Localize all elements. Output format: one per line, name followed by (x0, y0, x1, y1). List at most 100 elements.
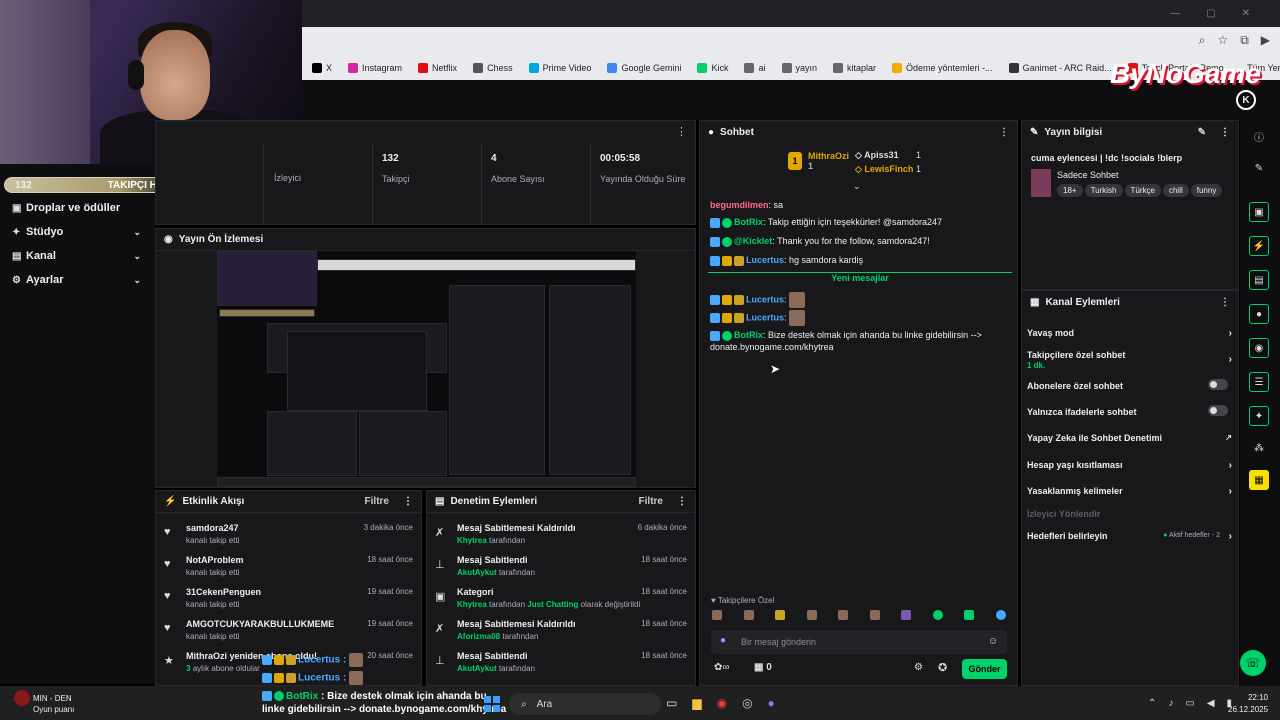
extension-icon[interactable]: ⧉ (1240, 33, 1249, 48)
bookmark-item[interactable]: Ödeme yöntemleri -... (892, 62, 993, 73)
category-thumbnail (1031, 169, 1051, 197)
category-name[interactable]: Sadece Sohbet (1057, 170, 1119, 180)
chevron-right-icon: › (1228, 460, 1232, 471)
filter-button[interactable]: Filtre (365, 496, 389, 507)
stat-followers: 132 Takipçi (382, 153, 410, 184)
more-icon[interactable]: ⋮ (676, 125, 687, 138)
banned-words-row[interactable]: Yasaklanmış kelimeler › (1027, 486, 1232, 497)
windows-start-icon[interactable] (484, 696, 500, 712)
file-explorer-icon[interactable]: ▆ (692, 696, 701, 710)
bookmark-item[interactable]: Chess (473, 62, 513, 73)
set-goals-row[interactable]: Hedefleri belirleyin ● Aktif hedefler - 2… (1027, 531, 1232, 542)
minimize-icon[interactable]: — (1170, 8, 1180, 19)
sidebar-item-settings[interactable]: ⚙ Ayarlar ⌄ (0, 268, 155, 292)
unpin-icon: ✗ (435, 527, 445, 539)
more-icon[interactable]: ⋮ (1220, 127, 1230, 138)
bookmark-item[interactable]: yayın (781, 62, 818, 73)
subs-only-row[interactable]: Abonelere özel sohbet (1027, 379, 1232, 391)
account-age-row[interactable]: Hesap yaşı kısıtlaması › (1027, 460, 1232, 471)
chrome-icon[interactable]: ◉ (717, 696, 727, 710)
broadcast-icon[interactable]: ◉ (1249, 338, 1269, 358)
bolt-icon[interactable]: ⚡ (1249, 236, 1269, 256)
volume-icon[interactable]: ◀ (1207, 698, 1215, 709)
taskbar-search[interactable]: ⌕ Ara (509, 693, 661, 715)
network-icon[interactable]: ▭ (1185, 698, 1194, 709)
bookmark-item[interactable]: Netflix (418, 62, 457, 73)
steam-icon[interactable]: ◎ (742, 696, 752, 710)
bookmark-item[interactable]: Google Gemini (607, 62, 681, 73)
bookmark-item[interactable]: Prime Video (528, 62, 591, 73)
ai-moderation-row[interactable]: Yapay Zeka ile Sohbet Denetimi ↗ (1027, 433, 1232, 443)
sidebar-item-drops[interactable]: ▣ Droplar ve ödüller (0, 196, 155, 220)
mic-icon[interactable]: ● (720, 635, 726, 646)
send-button[interactable]: Gönder (962, 659, 1007, 679)
kick-logo-icon[interactable]: K (1236, 90, 1256, 110)
more-icon[interactable]: ⋮ (403, 496, 413, 507)
maximize-icon[interactable]: ▢ (1206, 8, 1215, 19)
play-icon[interactable]: ▶ (1261, 33, 1270, 48)
calendar-icon[interactable]: ▦ (1249, 470, 1269, 490)
heart-icon: ♥ (164, 558, 171, 570)
top-chatter-2[interactable]: ◇ Apiss31 (855, 150, 899, 161)
pencil-icon[interactable]: ✎ (1249, 158, 1269, 178)
stream-preview-video[interactable] (217, 251, 636, 487)
weather-widget[interactable]: MIN - DEN Oyun puanı (33, 693, 74, 715)
window-controls[interactable]: — ▢ ✕ (1170, 8, 1250, 19)
bookmark-item[interactable]: ai (744, 62, 766, 73)
overlay-bot-message: BotRix : Bize destek olmak için ahanda b… (262, 691, 507, 715)
tag: Turkish (1084, 184, 1123, 197)
sidebar-item-studio[interactable]: ✦ Stüdyo ⌄ (0, 220, 155, 244)
bookmark-label: yayın (795, 62, 818, 73)
sidebar-item-channel[interactable]: ▤ Kanal ⌄ (0, 244, 155, 268)
subs-only-toggle[interactable] (1208, 379, 1228, 390)
mic-icon[interactable]: ♪ (1168, 698, 1173, 709)
clock[interactable]: 22:10 26.12.2025 (1228, 692, 1268, 716)
info-icon[interactable]: ⓘ (1249, 126, 1269, 146)
more-icon[interactable]: ⋮ (999, 127, 1009, 138)
share-icon[interactable]: ⁂ (1249, 438, 1269, 458)
emote-only-row[interactable]: Yalnızca ifadelerle sohbet (1027, 405, 1232, 417)
filter-button[interactable]: Filtre (639, 496, 663, 507)
weather-icon[interactable] (14, 690, 30, 706)
address-bar[interactable] (300, 27, 1280, 55)
star-icon: ★ (164, 655, 174, 667)
bookmark-label: Ganimet - ARC Raid... (1022, 62, 1112, 73)
support-icon[interactable]: ☏ (1240, 650, 1266, 676)
bookmark-item[interactable]: kitaplar (833, 62, 876, 73)
clipboard-icon: ▤ (435, 496, 445, 507)
bookmark-item[interactable]: Instagram (348, 62, 402, 73)
points-icon[interactable]: ✿∞ (714, 662, 730, 673)
wrench-icon[interactable]: ✦ (1249, 406, 1269, 426)
task-view-icon[interactable]: ▭ (666, 696, 677, 710)
star-icon[interactable]: ☆ (1217, 33, 1228, 48)
goal-current: 132 (15, 179, 32, 191)
chat-bubble-icon[interactable]: ● (1249, 304, 1269, 324)
edit-icon[interactable]: ✎ (1198, 127, 1206, 138)
followers-only-row[interactable]: Takipçilere özel sohbet 1 dk. › (1027, 350, 1232, 370)
bookmark-item[interactable]: Kick (697, 62, 728, 73)
chat-settings-icon[interactable]: ⚙ (914, 662, 923, 673)
emote-only-toggle[interactable] (1208, 405, 1228, 416)
bookmark-item[interactable]: Ganimet - ARC Raid... (1008, 62, 1112, 73)
chat-message: BotRix: Bize destek olmak için ahanda bu… (710, 330, 982, 352)
close-icon[interactable]: ✕ (1242, 8, 1250, 19)
top-chatter-3[interactable]: ◇ LewisFinch (855, 164, 913, 175)
bot-icon[interactable]: ✪ (938, 661, 947, 674)
chevron-down-icon: ⌄ (133, 250, 141, 261)
discord-icon[interactable]: ● (768, 696, 775, 710)
chat-input[interactable]: Bir mesaj gönderin (711, 630, 1007, 654)
more-icon[interactable]: ⋮ (677, 496, 687, 507)
bookmark-icon (348, 62, 359, 73)
expand-icon[interactable]: ⌄ (853, 181, 861, 192)
screen-icon[interactable]: ▣ (1249, 202, 1269, 222)
emote-row[interactable] (712, 610, 1008, 624)
more-icon[interactable]: ⋮ (1220, 297, 1230, 308)
zoom-icon[interactable]: ⌕ (1199, 33, 1206, 48)
slow-mode-row[interactable]: Yavaş mod › (1027, 328, 1232, 339)
list-icon[interactable]: ☰ (1249, 372, 1269, 392)
top-chatter-1[interactable]: MithraOzi 1 (808, 151, 849, 171)
bookmark-item[interactable]: X (312, 62, 332, 73)
document-icon[interactable]: ▤ (1249, 270, 1269, 290)
tray-expand-icon[interactable]: ⌃ (1148, 698, 1156, 709)
emoji-icon[interactable]: ☺ (988, 636, 998, 647)
